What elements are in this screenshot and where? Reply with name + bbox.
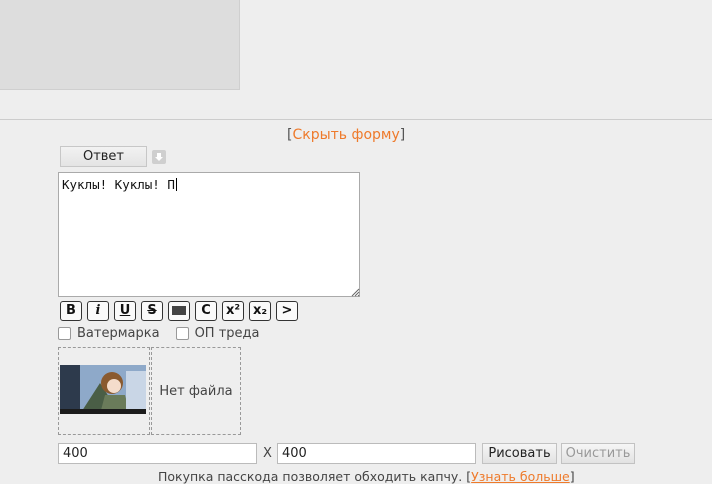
spoiler-icon bbox=[172, 306, 186, 315]
file-slot-2[interactable]: Нет файла bbox=[151, 347, 241, 435]
resize-grip-icon[interactable] bbox=[350, 287, 360, 297]
divider bbox=[0, 119, 712, 120]
bold-button[interactable]: B bbox=[60, 301, 82, 321]
subscript-button[interactable]: x₂ bbox=[249, 301, 271, 321]
attached-image-thumbnail[interactable] bbox=[60, 365, 146, 414]
learn-more-link[interactable]: Узнать больше bbox=[471, 469, 570, 484]
hide-form: [Скрыть форму] bbox=[287, 127, 406, 143]
no-file-label: Нет файла bbox=[159, 384, 233, 399]
options-row: Ватермарка ОП треда bbox=[58, 326, 275, 341]
text-caret bbox=[175, 178, 177, 191]
op-checkbox[interactable] bbox=[175, 327, 189, 340]
passcode-notice: Покупка пасскода позволяет обходить капч… bbox=[158, 469, 575, 484]
underline-button[interactable]: U bbox=[114, 301, 136, 321]
watermark-option[interactable]: Ватермарка bbox=[58, 326, 160, 341]
message-textarea[interactable]: Куклы! Куклы! П bbox=[58, 172, 360, 297]
quote-button[interactable]: > bbox=[276, 301, 298, 321]
italic-button[interactable]: i bbox=[87, 301, 109, 321]
spoiler-button[interactable] bbox=[168, 301, 190, 321]
watermark-checkbox[interactable] bbox=[58, 327, 71, 340]
draw-button[interactable]: Рисовать bbox=[482, 443, 557, 464]
op-label: ОП треда bbox=[194, 326, 260, 341]
watermark-label: Ватермарка bbox=[77, 326, 160, 341]
superscript-button[interactable]: x² bbox=[222, 301, 244, 321]
message-text: Куклы! Куклы! П bbox=[62, 177, 175, 192]
code-button[interactable]: C bbox=[195, 301, 217, 321]
arrow-down-icon[interactable] bbox=[152, 150, 166, 164]
op-option[interactable]: ОП треда bbox=[175, 326, 260, 341]
strike-button[interactable]: S bbox=[141, 301, 163, 321]
draw-height-input[interactable] bbox=[277, 443, 476, 464]
draw-width-input[interactable] bbox=[58, 443, 257, 464]
size-separator: X bbox=[263, 446, 272, 461]
format-toolbar: B i U S C x² x₂ > bbox=[60, 301, 298, 321]
reply-button[interactable]: Ответ bbox=[60, 146, 147, 167]
file-slot-1[interactable] bbox=[58, 347, 150, 435]
clear-button[interactable]: Очистить bbox=[561, 443, 635, 464]
hide-form-link[interactable]: Скрыть форму bbox=[292, 127, 399, 143]
previous-post-image bbox=[0, 0, 240, 90]
